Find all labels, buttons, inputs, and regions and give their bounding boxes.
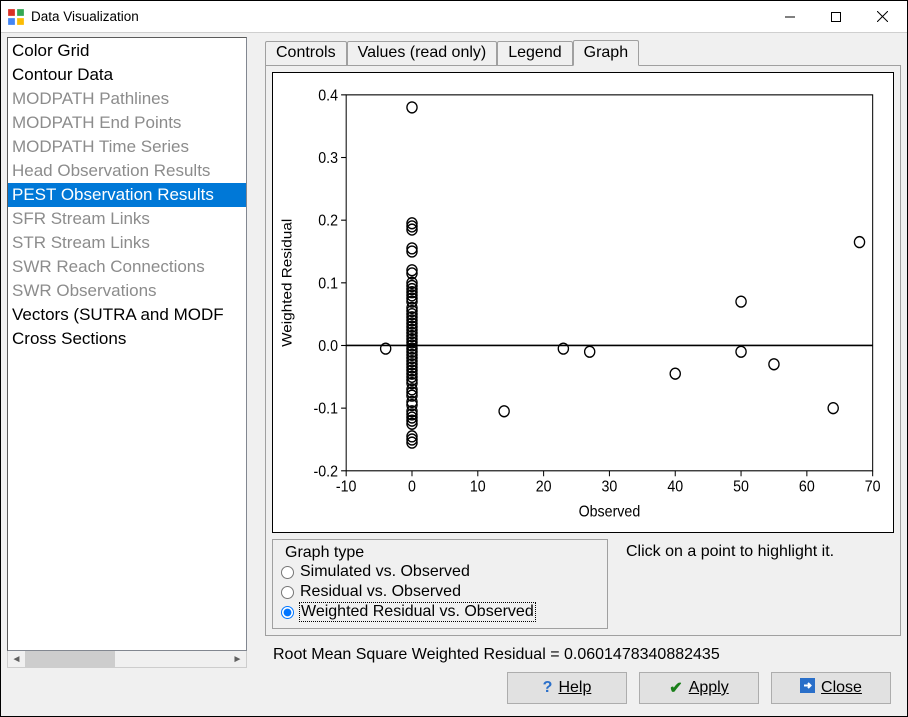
radio-label: Residual vs. Observed: [300, 583, 461, 601]
tab-graph-page: -10 0 10 20 30 40 50 60 70 -0.2 -0.1 0.0 0.1 0.2 0.3 0.…: [265, 65, 901, 636]
sidebar-item[interactable]: Contour Data: [8, 63, 246, 87]
radio-residual-vs-observed[interactable]: Residual vs. Observed: [281, 582, 599, 602]
radio-weighted-residual-vs-observed[interactable]: Weighted Residual vs. Observed: [281, 602, 599, 622]
svg-text:-0.1: -0.1: [314, 401, 339, 418]
right-panel: ControlsValues (read only)LegendGraph -1…: [265, 37, 901, 668]
help-icon: ?: [543, 679, 553, 697]
sidebar-item: SWR Observations: [8, 279, 246, 303]
app-icon: [7, 8, 25, 26]
scatter-chart[interactable]: -10 0 10 20 30 40 50 60 70 -0.2 -0.1 0.0 0.1 0.2 0.3 0.…: [272, 72, 894, 533]
svg-text:70: 70: [865, 479, 881, 496]
svg-text:-10: -10: [336, 479, 357, 496]
scroll-thumb[interactable]: [25, 651, 115, 667]
tab-legend[interactable]: Legend: [497, 41, 572, 65]
maximize-button[interactable]: [813, 2, 859, 32]
svg-text:60: 60: [799, 479, 815, 496]
scroll-track[interactable]: [25, 651, 229, 667]
client-area: Color GridContour DataMODPATH PathlinesM…: [1, 33, 907, 716]
sidebar-item: MODPATH Pathlines: [8, 87, 246, 111]
check-icon: ✔: [669, 678, 682, 698]
minimize-button[interactable]: [767, 2, 813, 32]
sidebar-item: SFR Stream Links: [8, 207, 246, 231]
sidebar-item: MODPATH End Points: [8, 111, 246, 135]
radio-simulated-vs-observed[interactable]: Simulated vs. Observed: [281, 562, 599, 582]
svg-text:30: 30: [602, 479, 618, 496]
svg-text:0.1: 0.1: [318, 276, 338, 293]
sidebar-hscrollbar[interactable]: ◄ ►: [7, 651, 247, 668]
radio-label: Weighted Residual vs. Observed: [300, 603, 535, 621]
scroll-left-button[interactable]: ◄: [8, 651, 25, 667]
help-button[interactable]: ? Help: [507, 672, 627, 704]
help-label: Help: [558, 679, 591, 696]
svg-text:0.4: 0.4: [318, 88, 338, 105]
sidebar-item[interactable]: Vectors (SUTRA and MODF: [8, 303, 246, 327]
sidebar-item: SWR Reach Connections: [8, 255, 246, 279]
svg-text:0: 0: [408, 479, 416, 496]
radio-input[interactable]: [281, 566, 294, 579]
sidebar-list[interactable]: Color GridContour DataMODPATH PathlinesM…: [7, 37, 247, 651]
radio-input[interactable]: [281, 606, 294, 619]
titlebar: Data Visualization: [1, 1, 907, 33]
tab-values-read-only-[interactable]: Values (read only): [347, 41, 498, 65]
svg-text:20: 20: [536, 479, 552, 496]
close-icon: [800, 678, 815, 698]
apply-label: Apply: [689, 679, 729, 696]
button-bar: ? Help ✔ Apply Close: [7, 668, 901, 712]
apply-button[interactable]: ✔ Apply: [639, 672, 759, 704]
tab-strip: ControlsValues (read only)LegendGraph: [265, 37, 901, 65]
graph-type-legend: Graph type: [281, 544, 368, 562]
svg-text:10: 10: [470, 479, 486, 496]
svg-text:Observed: Observed: [579, 504, 641, 521]
svg-text:50: 50: [733, 479, 749, 496]
svg-text:0.2: 0.2: [318, 213, 338, 230]
svg-text:-0.2: -0.2: [314, 464, 339, 481]
radio-input[interactable]: [281, 586, 294, 599]
tab-controls[interactable]: Controls: [265, 41, 347, 65]
svg-text:Weighted Residual: Weighted Residual: [280, 219, 295, 347]
window-title: Data Visualization: [31, 9, 767, 24]
tab-graph[interactable]: Graph: [573, 40, 639, 66]
window: Data Visualization Color GridContour Dat…: [0, 0, 908, 717]
close-window-button[interactable]: [859, 2, 905, 32]
svg-text:0.0: 0.0: [318, 339, 338, 356]
sidebar-item[interactable]: Color Grid: [8, 39, 246, 63]
sidebar-item: STR Stream Links: [8, 231, 246, 255]
sidebar-item: MODPATH Time Series: [8, 135, 246, 159]
close-button[interactable]: Close: [771, 672, 891, 704]
radio-label: Simulated vs. Observed: [300, 563, 470, 581]
chart-hint: Click on a point to highlight it.: [608, 539, 834, 629]
svg-text:0.3: 0.3: [318, 151, 338, 168]
scroll-right-button[interactable]: ►: [229, 651, 246, 667]
status-line: Root Mean Square Weighted Residual = 0.0…: [265, 642, 901, 668]
close-label: Close: [821, 679, 862, 696]
svg-text:40: 40: [667, 479, 683, 496]
graph-type-group: Graph type Simulated vs. Observed Residua…: [272, 539, 608, 629]
sidebar: Color GridContour DataMODPATH PathlinesM…: [7, 37, 247, 668]
sidebar-item[interactable]: Cross Sections: [8, 327, 246, 351]
sidebar-item[interactable]: PEST Observation Results: [8, 183, 246, 207]
sidebar-item: Head Observation Results: [8, 159, 246, 183]
